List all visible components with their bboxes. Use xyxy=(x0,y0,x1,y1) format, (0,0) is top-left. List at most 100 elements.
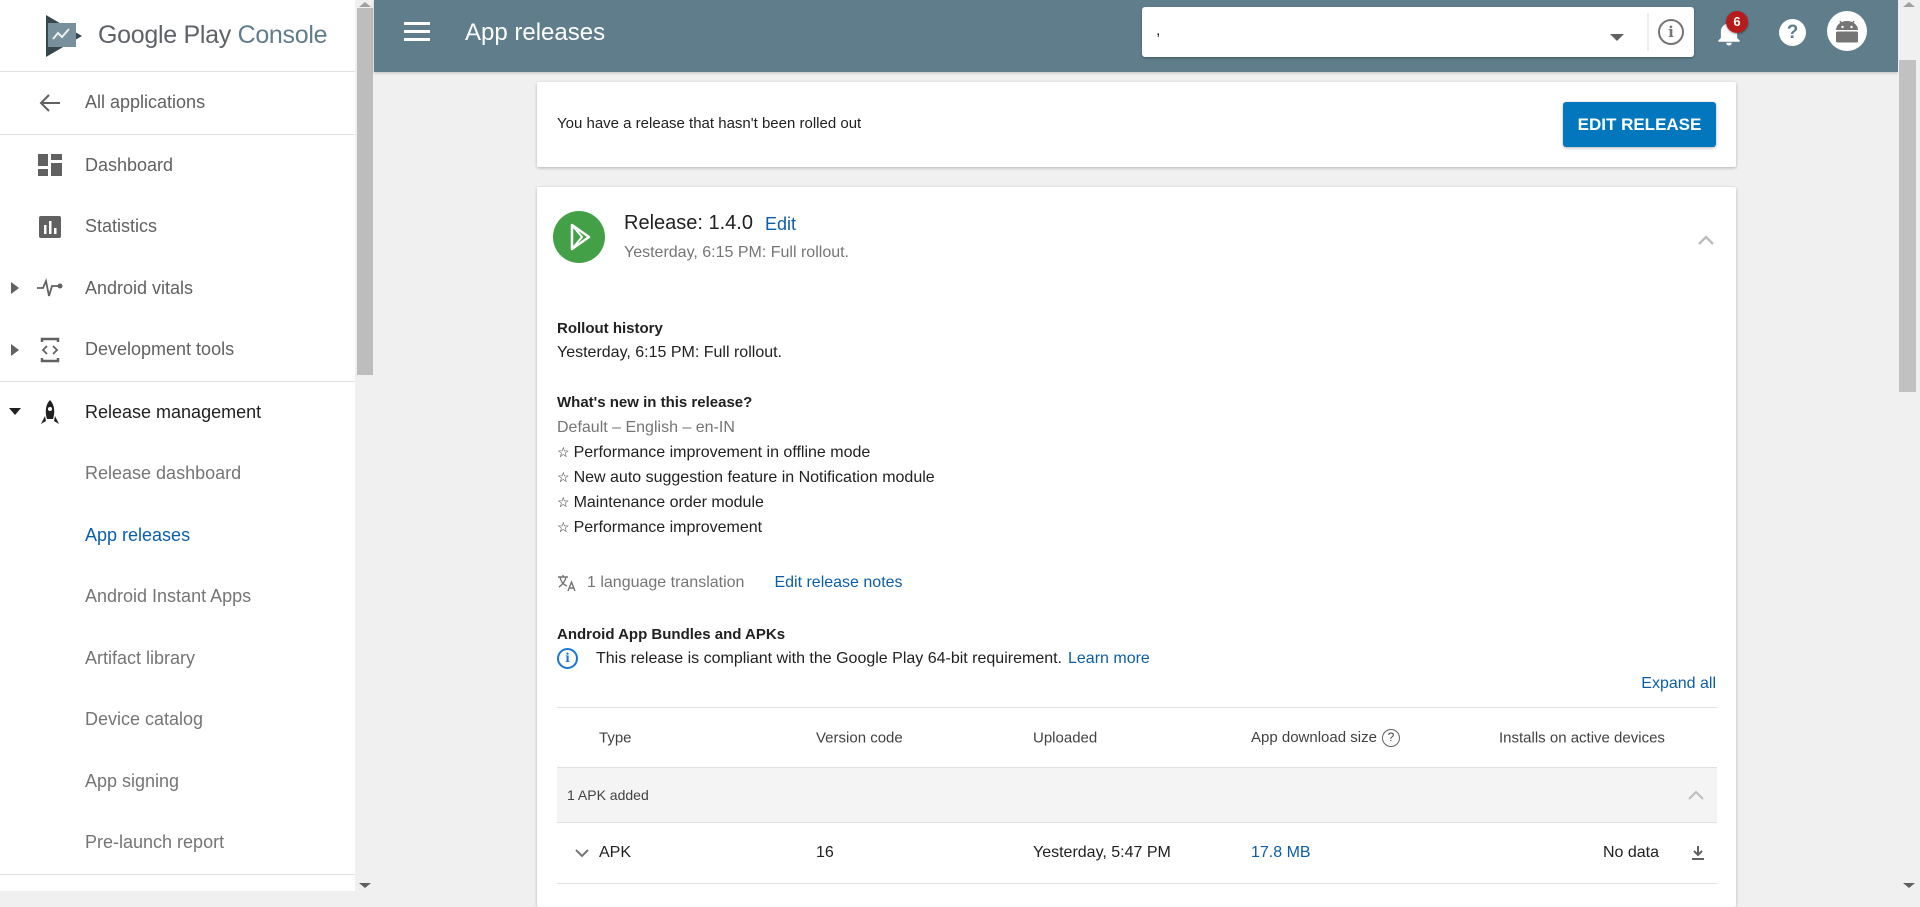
sidebar-scrollbar-thumb[interactable] xyxy=(357,8,373,375)
release-note-item: ☆ New auto suggestion feature in Notifica… xyxy=(557,469,935,486)
column-header-version-code: Version code xyxy=(816,729,903,746)
page-scrollbar[interactable] xyxy=(1898,0,1920,891)
sidebar: Google Play Console All applications Das… xyxy=(0,0,355,891)
nav-pre-launch-report[interactable]: Pre-launch report xyxy=(0,812,355,874)
release-edit-link[interactable]: Edit xyxy=(765,214,796,235)
nav-app-signing-label: App signing xyxy=(85,770,180,791)
expand-all-link[interactable]: Expand all xyxy=(1641,675,1716,693)
chevron-up-icon[interactable] xyxy=(1687,789,1705,801)
page-scrollbar-thumb[interactable] xyxy=(1899,60,1916,392)
brand-console: Console xyxy=(237,21,328,49)
nav-development-tools[interactable]: Development tools xyxy=(0,319,355,381)
caret-right-icon[interactable] xyxy=(9,343,21,357)
nav-artifact-library-label: Artifact library xyxy=(85,647,196,668)
brand-google-play: Google Play xyxy=(98,21,231,49)
arrow-back-icon xyxy=(37,90,63,116)
notifications-count-badge: 6 xyxy=(1726,11,1748,33)
nav-all-applications[interactable]: All applications xyxy=(0,72,355,134)
release-note-item: ☆ Maintenance order module xyxy=(557,494,764,511)
star-bullet-icon: ☆ xyxy=(557,444,570,460)
scroll-down-arrow-icon[interactable] xyxy=(1903,883,1915,888)
edit-release-notes-link[interactable]: Edit release notes xyxy=(774,574,902,592)
cell-download-size[interactable]: 17.8 MB xyxy=(1251,844,1311,862)
compliance-text: This release is compliant with the Googl… xyxy=(596,649,1062,667)
rocket-icon xyxy=(37,399,63,425)
nav-app-releases[interactable]: App releases xyxy=(0,505,355,567)
info-icon[interactable]: i xyxy=(1658,19,1684,45)
chevron-down-icon[interactable] xyxy=(574,848,590,858)
edit-release-button[interactable]: EDIT RELEASE xyxy=(1563,102,1716,147)
nav-release-management-label: Release management xyxy=(85,401,262,422)
hamburger-menu-icon[interactable] xyxy=(404,22,430,44)
sidebar-scrollbar[interactable] xyxy=(355,0,374,891)
cell-installs: No data xyxy=(1602,844,1659,861)
help-circle-icon[interactable]: ? xyxy=(1381,728,1400,747)
top-app-bar: App releases , i 6 ? xyxy=(374,0,1898,72)
caret-right-icon[interactable] xyxy=(9,281,21,295)
download-icon[interactable] xyxy=(1691,845,1705,861)
unreleased-banner-card: You have a release that hasn't been roll… xyxy=(537,82,1736,167)
nav-android-instant-apps-label: Android Instant Apps xyxy=(85,586,252,607)
app-selector-dropdown[interactable]: , i xyxy=(1142,7,1694,57)
star-bullet-icon: ☆ xyxy=(557,519,570,535)
release-note-item: ☆ Performance improvement xyxy=(557,519,763,536)
column-header-type: Type xyxy=(599,729,632,746)
scroll-up-arrow-icon[interactable] xyxy=(1903,2,1915,7)
nav-release-dashboard-label: Release dashboard xyxy=(85,463,242,484)
bar-chart-icon xyxy=(37,214,63,240)
translation-count: 1 language translation xyxy=(587,574,745,591)
nav-android-instant-apps[interactable]: Android Instant Apps xyxy=(0,566,355,628)
artifacts-table: Type Version code Uploaded App download … xyxy=(557,707,1717,884)
release-card: Release: 1.4.0 Edit Yesterday, 6:15 PM: … xyxy=(537,187,1736,907)
nav-device-catalog-label: Device catalog xyxy=(85,709,204,730)
banner-message: You have a release that hasn't been roll… xyxy=(557,115,862,132)
cell-type: APK xyxy=(599,844,632,861)
translate-icon xyxy=(558,575,576,592)
account-avatar[interactable] xyxy=(1827,11,1867,51)
column-header-uploaded: Uploaded xyxy=(1033,729,1098,746)
bundles-title: Android App Bundles and APKs xyxy=(557,626,786,643)
nav-artifact-library[interactable]: Artifact library xyxy=(0,628,355,690)
release-note-item: ☆ Performance improvement in offline mode xyxy=(557,444,871,461)
nav-android-vitals[interactable]: Android vitals xyxy=(0,258,355,320)
learn-more-link[interactable]: Learn more xyxy=(1068,650,1150,668)
nav-device-catalog[interactable]: Device catalog xyxy=(0,689,355,751)
dropdown-arrow-icon xyxy=(1610,34,1624,41)
google-play-release-icon xyxy=(553,211,605,263)
brand-logo[interactable]: Google Play Console xyxy=(0,0,355,72)
nav-release-management[interactable]: Release management xyxy=(0,382,355,444)
nav-development-tools-label: Development tools xyxy=(85,339,235,360)
chevron-up-icon[interactable] xyxy=(1696,233,1716,247)
vitals-pulse-icon xyxy=(37,275,63,301)
nav-pre-launch-report-label: Pre-launch report xyxy=(85,832,225,853)
nav-app-signing[interactable]: App signing xyxy=(0,751,355,813)
info-icon: i xyxy=(557,648,578,669)
play-console-logo-icon xyxy=(46,14,82,57)
rollout-history-title: Rollout history xyxy=(557,320,663,337)
table-header-row: Type Version code Uploaded App download … xyxy=(557,708,1717,768)
table-row[interactable]: APK 16 Yesterday, 5:47 PM 17.8 MB No dat… xyxy=(557,823,1717,884)
cell-uploaded: Yesterday, 5:47 PM xyxy=(1033,844,1171,861)
nav-statistics[interactable]: Statistics xyxy=(0,196,355,258)
column-header-installs: Installs on active devices xyxy=(1499,729,1665,746)
divider xyxy=(0,873,355,875)
help-icon[interactable]: ? xyxy=(1779,19,1806,46)
scroll-up-arrow-icon[interactable] xyxy=(359,2,371,7)
scroll-down-arrow-icon[interactable] xyxy=(359,883,371,888)
apk-group-row[interactable]: 1 APK added xyxy=(557,768,1717,823)
nav-dashboard[interactable]: Dashboard xyxy=(0,135,355,197)
divider xyxy=(1647,13,1649,51)
caret-down-icon[interactable] xyxy=(9,405,21,419)
app-selector-value: , xyxy=(1156,22,1161,39)
group-label: 1 APK added xyxy=(567,787,649,803)
rollout-history-text: Yesterday, 6:15 PM: Full rollout. xyxy=(557,344,782,361)
page-title: App releases xyxy=(465,19,606,46)
dashboard-icon xyxy=(37,152,63,178)
nav-android-vitals-label: Android vitals xyxy=(85,277,194,298)
nav-release-dashboard[interactable]: Release dashboard xyxy=(0,443,355,505)
nav-all-applications-label: All applications xyxy=(85,92,206,113)
nav-app-releases-label: App releases xyxy=(85,524,191,545)
cell-version-code: 16 xyxy=(816,844,834,861)
whats-new-title: What's new in this release? xyxy=(557,394,753,411)
column-header-download-size: App download size? xyxy=(1251,728,1400,747)
